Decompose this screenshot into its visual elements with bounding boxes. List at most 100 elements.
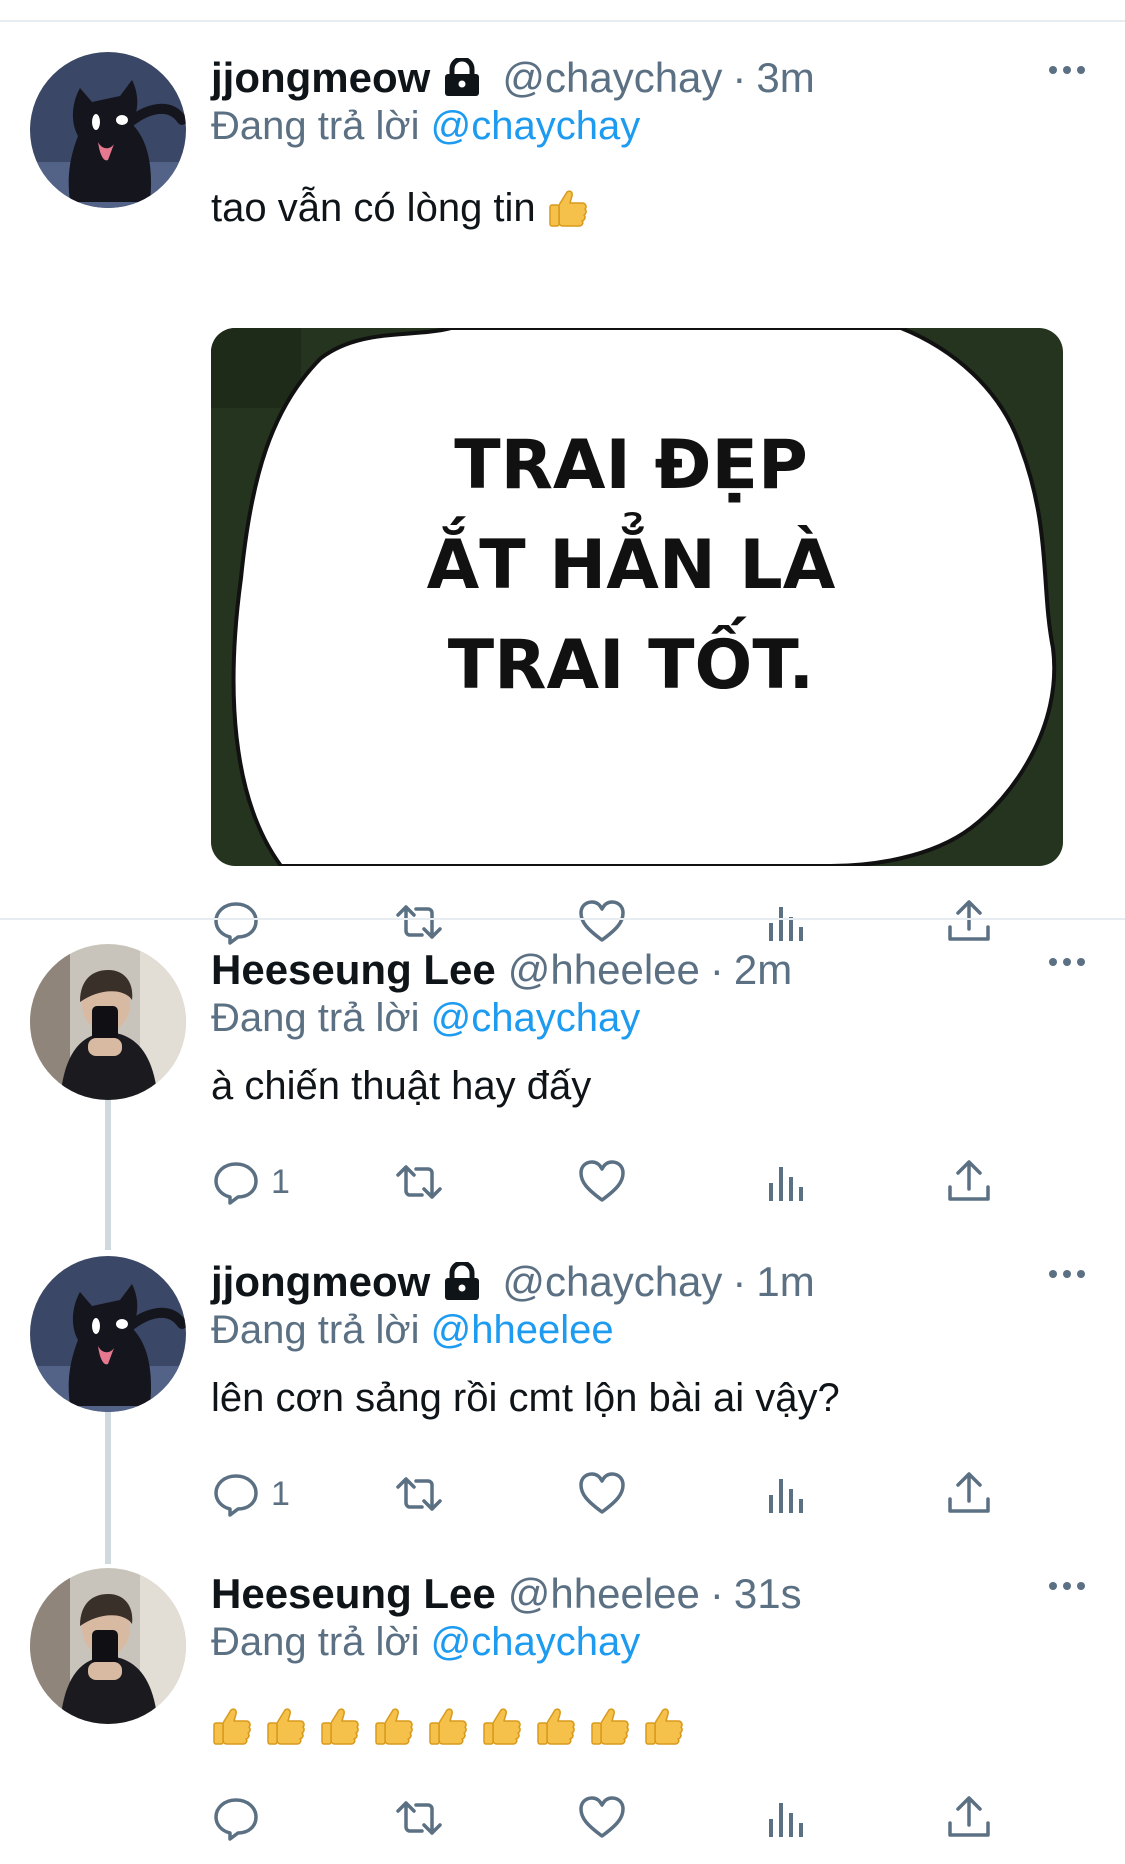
avatar[interactable]: [30, 1256, 186, 1412]
retweet-button[interactable]: [394, 1464, 444, 1524]
image-line-1: TRAI ĐẸP: [454, 426, 808, 505]
display-name[interactable]: Heeseung Lee: [211, 1570, 496, 1618]
separator: ·: [732, 1258, 747, 1305]
reply-context: Đang trả lời @hheelee: [211, 1308, 614, 1353]
avatar[interactable]: [30, 944, 186, 1100]
retweet-button[interactable]: [394, 892, 444, 952]
analytics-button[interactable]: [761, 1152, 811, 1212]
reply-button[interactable]: [211, 1788, 271, 1848]
thumbs-up-icon: [547, 187, 589, 229]
like-icon: [577, 897, 627, 947]
like-button[interactable]: [577, 892, 627, 952]
like-icon: [577, 1157, 627, 1207]
thumbs-up-icon: [211, 1705, 253, 1747]
thumbs-up-icon: [535, 1705, 577, 1747]
thumbs-up-icon: [427, 1705, 469, 1747]
share-icon: [944, 1157, 994, 1207]
timestamp[interactable]: 3m: [756, 54, 814, 102]
speech-bubble-image: TRAI ĐẸP ẮT HẲN LÀ TRAI TỐT.: [211, 328, 1063, 866]
lock-icon: [442, 58, 482, 98]
reply-mention[interactable]: @hheelee: [431, 1308, 614, 1352]
timestamp[interactable]: 1m: [756, 1258, 814, 1306]
image-line-3: TRAI TỐT.: [448, 616, 814, 705]
tweet-text: [211, 1704, 697, 1749]
retweet-button[interactable]: [394, 1152, 444, 1212]
tweet-text: tao vẫn có lòng tin: [211, 186, 589, 231]
analytics-button[interactable]: [761, 892, 811, 952]
separator: ·: [709, 946, 724, 993]
reply-mention[interactable]: @chaychay: [431, 1620, 641, 1664]
reply-mention[interactable]: @chaychay: [431, 104, 641, 148]
like-button[interactable]: [577, 1464, 627, 1524]
action-bar: 1: [211, 1464, 1011, 1524]
handle[interactable]: @hheelee: [508, 946, 700, 994]
thumbs-up-icon: [481, 1705, 523, 1747]
share-button[interactable]: [944, 892, 994, 952]
reply-context: Đang trả lời @chaychay: [211, 996, 640, 1041]
analytics-button[interactable]: [761, 1788, 811, 1848]
person-avatar-image: [30, 944, 186, 1100]
more-icon[interactable]: [1047, 952, 1087, 972]
reply-icon: [211, 1469, 261, 1519]
analytics-icon: [761, 1157, 811, 1207]
timestamp[interactable]: 2m: [734, 946, 792, 994]
thumbs-up-icon: [319, 1705, 361, 1747]
tweet-divider: [0, 918, 1125, 920]
like-icon: [577, 1793, 627, 1843]
display-name[interactable]: Heeseung Lee: [211, 946, 496, 994]
retweet-icon: [394, 1793, 444, 1843]
reply-icon: [211, 897, 261, 947]
analytics-icon: [761, 1469, 811, 1519]
timestamp[interactable]: 31s: [734, 1570, 802, 1618]
analytics-button[interactable]: [761, 1464, 811, 1524]
thumbs-up-icon: [265, 1705, 307, 1747]
reply-button[interactable]: [211, 892, 271, 952]
retweet-icon: [394, 897, 444, 947]
share-button[interactable]: [944, 1788, 994, 1848]
cat-avatar-image: [30, 52, 186, 208]
reply-button[interactable]: 1: [211, 1152, 290, 1212]
reply-count: 1: [271, 1474, 290, 1513]
action-bar: 1: [211, 1152, 1011, 1212]
tweet-image[interactable]: TRAI ĐẸP ẮT HẲN LÀ TRAI TỐT.: [211, 328, 1063, 866]
tweet-header: jjongmeow @chaychay · 1m: [211, 1256, 815, 1308]
reply-prefix: Đang trả lời: [211, 996, 420, 1040]
retweet-icon: [394, 1157, 444, 1207]
thumbs-up-icon: [643, 1705, 685, 1747]
reply-mention[interactable]: @chaychay: [431, 996, 641, 1040]
thread-connector: [105, 1100, 111, 1250]
handle[interactable]: @hheelee: [508, 1570, 700, 1618]
like-button[interactable]: [577, 1152, 627, 1212]
reply-context: Đang trả lời @chaychay: [211, 104, 640, 149]
reply-context: Đang trả lời @chaychay: [211, 1620, 640, 1665]
handle[interactable]: @chaychay: [502, 1258, 722, 1306]
reply-count: 1: [271, 1162, 290, 1201]
tweet-header: jjongmeow @chaychay · 3m: [211, 52, 815, 104]
like-button[interactable]: [577, 1788, 627, 1848]
tweet-text: lên cơn sảng rồi cmt lộn bài ai vậy?: [211, 1376, 840, 1420]
display-name[interactable]: jjongmeow: [211, 54, 430, 102]
share-icon: [944, 897, 994, 947]
share-button[interactable]: [944, 1464, 994, 1524]
thumbs-up-icon: [589, 1705, 631, 1747]
share-button[interactable]: [944, 1152, 994, 1212]
more-icon[interactable]: [1047, 1576, 1087, 1596]
avatar[interactable]: [30, 52, 186, 208]
action-bar: [211, 892, 1011, 952]
more-icon[interactable]: [1047, 60, 1087, 80]
tweet-header: Heeseung Lee @hheelee · 2m: [211, 944, 792, 996]
lock-icon: [442, 1262, 482, 1302]
separator: ·: [732, 54, 747, 101]
reply-button[interactable]: 1: [211, 1464, 290, 1524]
person-avatar-image: [30, 1568, 186, 1724]
analytics-icon: [761, 1793, 811, 1843]
more-icon[interactable]: [1047, 1264, 1087, 1284]
share-icon: [944, 1469, 994, 1519]
display-name[interactable]: jjongmeow: [211, 1258, 430, 1306]
avatar[interactable]: [30, 1568, 186, 1724]
handle[interactable]: @chaychay: [502, 54, 722, 102]
tweet-text-content: tao vẫn có lòng tin: [211, 186, 536, 230]
reply-icon: [211, 1793, 261, 1843]
retweet-button[interactable]: [394, 1788, 444, 1848]
action-bar: [211, 1788, 1011, 1848]
